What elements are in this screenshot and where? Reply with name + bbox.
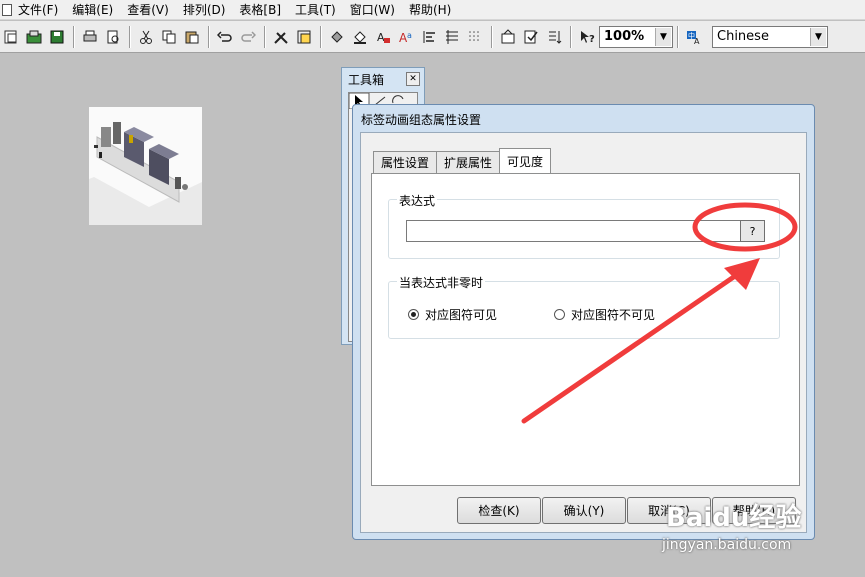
watermark-url: jingyan.baidu.com xyxy=(662,537,792,553)
toolbar-separator xyxy=(570,25,572,48)
svg-text:A: A xyxy=(377,31,385,44)
watermark-brand: Baidu经验 xyxy=(666,503,802,533)
menu-edit[interactable]: 编辑(E) xyxy=(72,1,113,18)
visibility-panel: 表达式 ? 当表达式非零时 对应图符可见 对应图符不可见 xyxy=(371,173,800,486)
svg-text:A: A xyxy=(694,37,700,45)
toolbar-separator xyxy=(208,25,210,48)
menu-file[interactable]: 文件(F) xyxy=(18,1,58,18)
undo-icon[interactable] xyxy=(214,26,235,47)
context-help-icon[interactable]: ? xyxy=(576,26,597,47)
expression-group: 表达式 ? xyxy=(388,192,780,259)
label-animation-dialog[interactable]: 标签动画组态属性设置 属性设置 扩展属性 可见度 表达式 ? 当表达式非零时 对… xyxy=(352,104,815,540)
tab-strip: 属性设置 扩展属性 可见度 xyxy=(373,148,552,173)
dialog-title: 标签动画组态属性设置 xyxy=(361,113,482,127)
radio-visible-option[interactable]: 对应图符可见 xyxy=(408,306,497,323)
paste-icon[interactable] xyxy=(181,26,202,47)
tools-icon[interactable] xyxy=(270,26,291,47)
radio-invisible[interactable] xyxy=(554,309,565,320)
save-icon[interactable] xyxy=(46,26,67,47)
fill-icon[interactable] xyxy=(326,26,347,47)
radio-visible-label: 对应图符可见 xyxy=(425,308,498,322)
zoom-select[interactable]: 100% ▼ xyxy=(599,25,673,48)
toolbar-separator xyxy=(491,25,493,48)
chevron-down-icon[interactable]: ▼ xyxy=(655,27,671,46)
frame-icon[interactable] xyxy=(293,26,314,47)
equipment-graphic[interactable] xyxy=(89,107,202,225)
close-icon[interactable]: ✕ xyxy=(406,72,420,86)
document-icon[interactable] xyxy=(2,3,12,16)
open-icon[interactable] xyxy=(23,26,44,47)
radio-invisible-label: 对应图符不可见 xyxy=(571,308,656,322)
menu-table[interactable]: 表格[B] xyxy=(239,1,281,18)
nonzero-group: 当表达式非零时 对应图符可见 对应图符不可见 xyxy=(388,274,780,339)
tab-visibility[interactable]: 可见度 xyxy=(499,148,552,173)
expression-group-label: 表达式 xyxy=(397,192,438,209)
distribute-icon[interactable] xyxy=(441,26,462,47)
align-icon[interactable] xyxy=(418,26,439,47)
properties-icon[interactable] xyxy=(497,26,518,47)
toolbar-separator xyxy=(264,25,266,48)
language-value: Chinese xyxy=(717,29,769,44)
menu-help[interactable]: 帮助(H) xyxy=(409,1,451,18)
toolbar-separator xyxy=(73,25,75,48)
menu-bar: 文件(F) 编辑(E) 查看(V) 排列(D) 表格[B] 工具(T) 窗口(W… xyxy=(0,0,865,20)
cut-icon[interactable] xyxy=(135,26,156,47)
order-icon[interactable] xyxy=(543,26,564,47)
menu-tools[interactable]: 工具(T) xyxy=(295,1,336,18)
copy-icon[interactable] xyxy=(158,26,179,47)
toolbar: A Aa ? 100% ▼ 中A Chinese ▼ xyxy=(0,21,865,53)
svg-text:a: a xyxy=(407,31,412,40)
toolbar-separator xyxy=(320,25,322,48)
nonzero-group-label: 当表达式非零时 xyxy=(397,274,486,291)
language-icon[interactable]: 中A xyxy=(683,26,704,47)
svg-text:?: ? xyxy=(589,34,595,45)
font-color-icon[interactable]: A xyxy=(372,26,393,47)
check-icon[interactable] xyxy=(520,26,541,47)
check-button[interactable]: 检查(K) xyxy=(457,497,541,524)
new-icon[interactable] xyxy=(0,26,21,47)
dialog-client: 属性设置 扩展属性 可见度 表达式 ? 当表达式非零时 对应图符可见 对应图符不… xyxy=(360,132,807,533)
language-select[interactable]: Chinese ▼ xyxy=(712,25,828,48)
menu-window[interactable]: 窗口(W) xyxy=(350,1,395,18)
font-icon[interactable]: Aa xyxy=(395,26,416,47)
tab-property-settings[interactable]: 属性设置 xyxy=(373,151,438,173)
redo-icon[interactable] xyxy=(237,26,258,47)
print-preview-icon[interactable] xyxy=(102,26,123,47)
toolbar-separator xyxy=(677,25,679,48)
menu-view[interactable]: 查看(V) xyxy=(127,1,169,18)
expression-input[interactable] xyxy=(406,220,741,242)
toolbar-separator xyxy=(129,25,131,48)
confirm-button[interactable]: 确认(Y) xyxy=(542,497,626,524)
print-icon[interactable] xyxy=(79,26,100,47)
radio-visible[interactable] xyxy=(408,309,419,320)
expression-help-button[interactable]: ? xyxy=(740,220,765,242)
radio-invisible-option[interactable]: 对应图符不可见 xyxy=(554,306,655,323)
tab-extended-properties[interactable]: 扩展属性 xyxy=(436,151,501,173)
grid-icon[interactable] xyxy=(464,26,485,47)
menu-arrange[interactable]: 排列(D) xyxy=(183,1,226,18)
zoom-value: 100% xyxy=(604,29,645,44)
chevron-down-icon[interactable]: ▼ xyxy=(810,27,826,46)
line-style-icon[interactable] xyxy=(349,26,370,47)
